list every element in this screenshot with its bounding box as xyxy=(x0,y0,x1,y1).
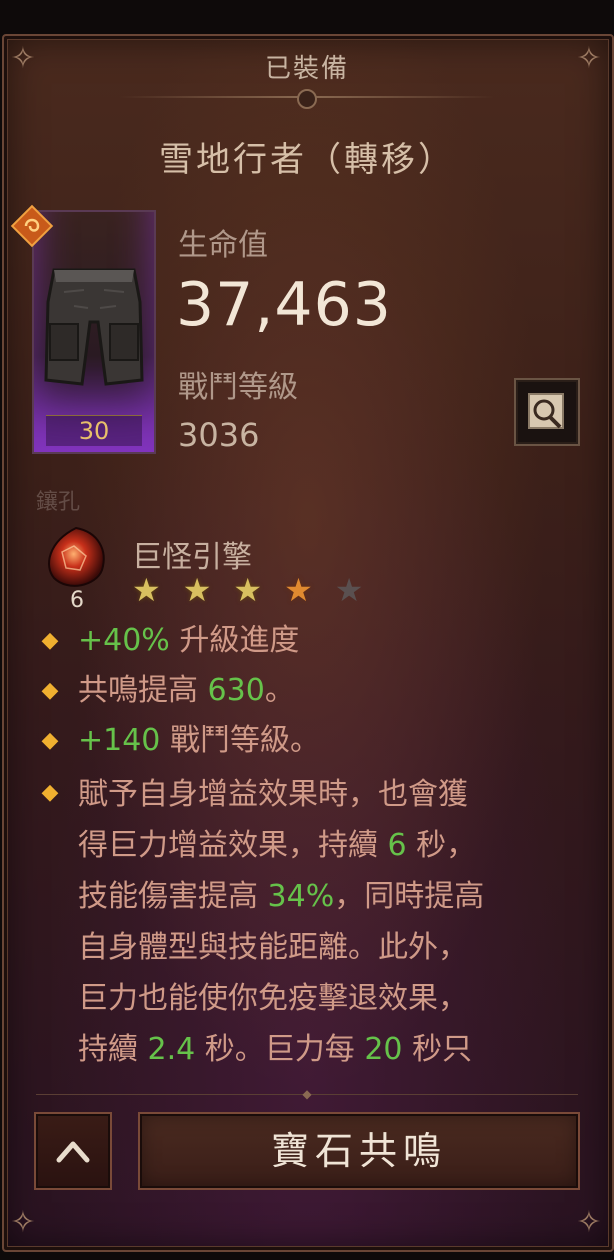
gem-rank: 6 xyxy=(70,588,84,613)
affix-resonance: 共鳴提高 630。 xyxy=(78,673,295,708)
power-level-value: 3036 xyxy=(178,416,260,454)
equipped-header: 已裝備 xyxy=(264,54,349,84)
affix-giant-power: 賦予自身增益效果時，也會獲 得巨力增益效果，持續 6 秒， 技能傷害提高 34%… xyxy=(78,777,485,1067)
item-level: 30 xyxy=(46,415,142,446)
affix-bullet-icon: ◆ xyxy=(41,678,59,703)
divider-ornament-icon xyxy=(297,89,317,109)
affix-bullet-icon: ◆ xyxy=(41,728,59,753)
chevron-up-icon xyxy=(56,1141,90,1163)
power-level-label: 戰鬥等級 xyxy=(178,370,298,405)
life-label: 生命值 xyxy=(178,228,268,263)
star-filled-icon: ★ xyxy=(132,571,161,609)
gem-star-rating: ★ ★ ★ ★ ★ xyxy=(132,572,363,608)
compare-button[interactable] xyxy=(514,378,580,446)
corner-ornament-icon: ✧ xyxy=(576,1205,602,1240)
affix-upgrade-progress: +40% 升級進度 xyxy=(78,623,300,658)
affix-bullet-icon: ◆ xyxy=(41,780,59,805)
transfer-rune-icon xyxy=(10,204,54,248)
star-filled-icon: ★ xyxy=(182,571,212,609)
sockets-label: 鑲孔 xyxy=(36,490,81,515)
star-filled-icon: ★ xyxy=(284,571,313,609)
pants-icon xyxy=(44,268,144,386)
gem-name: 巨怪引擎 xyxy=(132,540,252,575)
magnify-compare-icon xyxy=(528,393,564,429)
item-name: 雪地行者（轉移） xyxy=(159,140,455,180)
gem-resonance-button[interactable]: 寶石共鳴 xyxy=(138,1112,580,1190)
affix-bullet-icon: ◆ xyxy=(41,628,59,653)
life-value: 37,463 xyxy=(176,270,392,340)
star-empty-icon: ★ xyxy=(334,571,364,609)
collapse-button[interactable] xyxy=(34,1112,112,1190)
affix-power-level: +140 戰鬥等級。 xyxy=(78,723,320,758)
divider-ornament-icon: ◆ xyxy=(302,1087,312,1101)
star-filled-icon: ★ xyxy=(233,571,263,609)
corner-ornament-icon: ✧ xyxy=(10,1205,36,1240)
gem-icon[interactable] xyxy=(40,522,112,594)
